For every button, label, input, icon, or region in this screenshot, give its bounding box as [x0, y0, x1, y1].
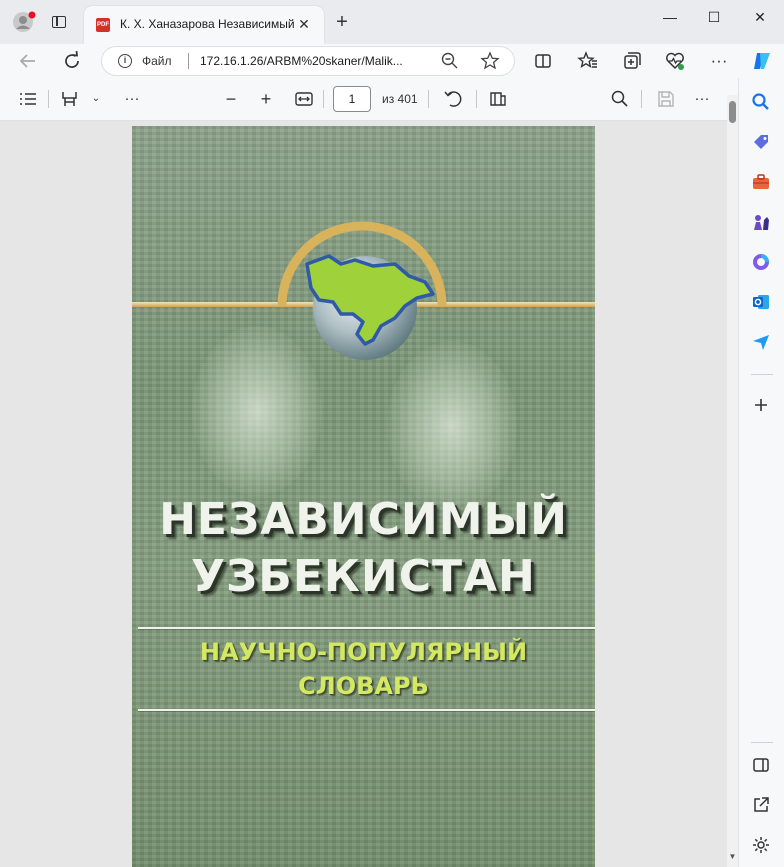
- chevron-down-icon[interactable]: ⌄: [84, 87, 108, 111]
- microsoft365-icon[interactable]: [750, 251, 772, 273]
- site-label: Файл: [142, 54, 172, 68]
- tab-title: К. Х. Ханазарова Независимый: [120, 17, 295, 31]
- save-icon[interactable]: [654, 87, 678, 111]
- copilot-icon[interactable]: [750, 49, 774, 73]
- tab-actions-icon[interactable]: [52, 16, 66, 28]
- split-screen-icon[interactable]: [531, 49, 555, 73]
- toolbar-divider: [476, 90, 477, 108]
- settings-gear-icon[interactable]: [750, 834, 772, 856]
- refresh-icon[interactable]: [60, 49, 84, 73]
- zoom-in-button[interactable]: +: [254, 87, 278, 111]
- cover-subtitle-line2: СЛОВАРЬ: [298, 672, 429, 700]
- pdf-toolbar: ⌄ ··· − + 1 из 401 ···: [0, 78, 738, 121]
- draw-icon[interactable]: [58, 87, 82, 111]
- address-bar[interactable]: i Файл 172.16.1.26/ARBM%20skaner/Malik..…: [102, 47, 514, 75]
- toolbar-divider: [641, 90, 642, 108]
- uzbekistan-map-globe-icon: [277, 221, 447, 360]
- pdf-page: НЕЗАВИСИМЫЙ УЗБЕКИСТАН НАУЧНО-ПОПУЛЯРНЫЙ…: [132, 126, 595, 867]
- tab-close-icon[interactable]: ✕: [294, 14, 314, 34]
- cover-decoration: [387, 341, 517, 511]
- search-icon[interactable]: [608, 87, 632, 111]
- page-total: из 401: [382, 92, 418, 106]
- page-view-icon[interactable]: [486, 87, 510, 111]
- back-arrow-icon[interactable]: [16, 49, 40, 73]
- title-bar: PDF К. Х. Ханазарова Независимый ✕ + — ☐…: [0, 0, 784, 44]
- send-icon[interactable]: [750, 331, 772, 353]
- fit-to-width-icon[interactable]: [292, 87, 316, 111]
- zoom-out-button[interactable]: −: [219, 87, 243, 111]
- url-text[interactable]: 172.16.1.26/ARBM%20skaner/Malik...: [200, 54, 432, 68]
- pdf-file-icon: PDF: [96, 18, 110, 32]
- cover-title-line1: НЕЗАВИСИМЫЙ: [159, 494, 568, 545]
- profile-avatar-icon[interactable]: [12, 10, 36, 34]
- cover-title-line2: УЗБЕКИСТАН: [191, 551, 536, 602]
- toolbar-divider: [428, 90, 429, 108]
- add-icon[interactable]: [750, 394, 772, 416]
- zoom-out-icon[interactable]: [440, 51, 460, 71]
- address-divider: [188, 53, 189, 69]
- favorites-icon[interactable]: [576, 49, 600, 73]
- edge-sidebar: [738, 78, 784, 867]
- hide-sidebar-icon[interactable]: [750, 754, 772, 776]
- tools-briefcase-icon[interactable]: [750, 171, 772, 193]
- scroll-down-arrow-icon[interactable]: ▼: [728, 852, 737, 861]
- toolbar-divider: [323, 90, 324, 108]
- shopping-tag-icon[interactable]: [750, 131, 772, 153]
- sidebar-divider: [751, 374, 773, 375]
- contents-list-icon[interactable]: [16, 87, 40, 111]
- star-icon[interactable]: [480, 51, 500, 71]
- vertical-scrollbar[interactable]: ▼: [727, 95, 738, 867]
- minimize-button[interactable]: —: [648, 2, 692, 32]
- more-options-icon[interactable]: ···: [690, 87, 714, 111]
- tab-active[interactable]: PDF К. Х. Ханазарова Независимый ✕: [84, 6, 324, 44]
- sidebar-divider: [751, 742, 773, 743]
- page-number-input[interactable]: 1: [333, 86, 371, 112]
- maximize-button[interactable]: ☐: [692, 2, 736, 32]
- scroll-thumb[interactable]: [729, 101, 736, 123]
- new-tab-button[interactable]: +: [330, 11, 354, 35]
- outlook-icon[interactable]: [750, 291, 772, 313]
- more-tools-icon[interactable]: ···: [120, 87, 144, 111]
- rotate-icon[interactable]: [441, 87, 465, 111]
- collections-icon[interactable]: [619, 49, 643, 73]
- cover-subtitle-line1: НАУЧНО-ПОПУЛЯРНЫЙ: [199, 638, 528, 666]
- heart-pulse-icon[interactable]: [663, 49, 687, 73]
- cover-rule-bottom: [138, 709, 595, 711]
- more-dots-icon[interactable]: ···: [707, 49, 731, 73]
- cover-rule-top: [138, 627, 595, 629]
- close-window-button[interactable]: ✕: [738, 2, 782, 32]
- open-external-icon[interactable]: [750, 794, 772, 816]
- search-icon[interactable]: [750, 91, 772, 113]
- games-chess-icon[interactable]: [750, 211, 772, 233]
- toolbar-divider: [48, 90, 49, 108]
- site-info-icon[interactable]: i: [118, 54, 132, 68]
- navigation-bar: i Файл 172.16.1.26/ARBM%20skaner/Malik..…: [0, 44, 784, 78]
